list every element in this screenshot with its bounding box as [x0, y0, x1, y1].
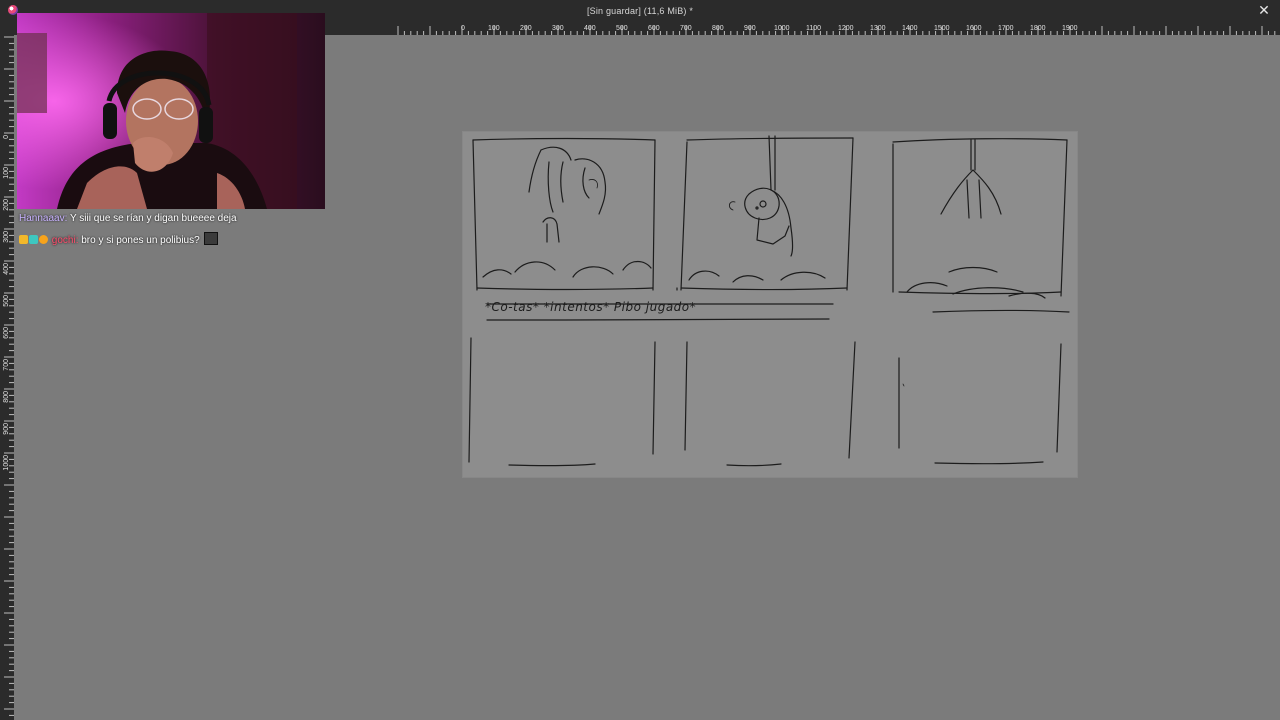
emote-icon	[204, 232, 219, 245]
ruler-left-label: 700	[3, 359, 10, 371]
chat-username: gochi:	[51, 235, 79, 246]
ruler-top-label: 1000	[774, 25, 790, 32]
ruler-left-label: 600	[3, 327, 10, 339]
crown-badge-icon	[19, 235, 28, 244]
ruler-left-label: 500	[3, 295, 10, 307]
ruler-top-label: 600	[648, 25, 660, 32]
ruler-top-label: 1300	[870, 25, 886, 32]
ruler-left-label: 100	[3, 167, 10, 179]
chat-badges	[19, 235, 52, 246]
ruler-left-label: 800	[3, 391, 10, 403]
ruler-top-label: 1100	[806, 25, 821, 32]
ruler-top-label: 1800	[1030, 25, 1046, 32]
ruler-top-label: 100	[488, 25, 500, 32]
ruler-left-label: 900	[3, 423, 10, 435]
panel-2-top	[676, 135, 854, 291]
ruler-top-label: 1600	[966, 25, 982, 32]
ruler-top-label: 1500	[934, 25, 950, 32]
ruler-top-label: 1400	[902, 25, 918, 32]
webcam-feed	[17, 13, 325, 209]
ruler-top-label: 800	[712, 25, 724, 32]
close-button[interactable]: ✕	[1256, 2, 1272, 18]
ruler-left-label: 400	[3, 263, 10, 275]
chat-username: Hannaaav:	[19, 213, 68, 224]
ruler-top-label: 700	[680, 25, 692, 32]
ruler-left-label: 200	[3, 199, 10, 211]
chat-message: gochi: bro y si pones un polibius?	[19, 232, 349, 252]
ruler-corner	[0, 22, 14, 35]
chat-overlay: Hannaaav: Y siii que se rían y digan bue…	[19, 212, 349, 252]
caption-line-bottom	[486, 318, 830, 321]
ruler-top-label: 0	[461, 25, 465, 32]
ruler-top-label: 200	[520, 25, 532, 32]
subscriber-badge-icon	[29, 235, 38, 244]
drawing-canvas[interactable]: *Co-tas* *intentos* Pibo jugado*	[463, 132, 1077, 477]
bits-badge-icon	[39, 235, 48, 244]
ruler-top-label: 500	[616, 25, 628, 32]
ruler-top-label: 1700	[998, 25, 1014, 32]
webcam-overlay	[17, 13, 325, 209]
ruler-left[interactable]: 0 100 200 300 400 500 600 700 800 900 1000	[0, 35, 14, 720]
ruler-left-label: 0	[3, 135, 10, 139]
panel-5-bottom	[684, 341, 856, 467]
panel-6-bottom	[898, 343, 1062, 465]
sketch-caption: *Co-tas* *intentos* Pibo jugado*	[485, 300, 697, 314]
ruler-top-label: 900	[744, 25, 756, 32]
ruler-left-label: 1000	[3, 455, 10, 471]
chat-message-text: bro y si pones un polibius?	[81, 235, 200, 246]
close-icon: ✕	[1258, 2, 1270, 18]
ruler-top-label: 400	[584, 25, 596, 32]
ruler-left-ticks: 0 100 200 300 400 500 600 700 800 900 1000	[3, 36, 14, 716]
ruler-top-label: 300	[552, 25, 564, 32]
ruler-top-label: 1900	[1062, 25, 1078, 32]
panel-3-top	[892, 138, 1070, 313]
ruler-left-label: 300	[3, 231, 10, 243]
panel-1-top	[472, 137, 656, 291]
panel-4-bottom	[468, 337, 656, 467]
chat-message: Hannaaav: Y siii que se rían y digan bue…	[19, 212, 349, 232]
chat-message-text: Y siii que se rían y digan bueeee deja	[69, 213, 237, 224]
ruler-top-label: 1200	[838, 25, 854, 32]
